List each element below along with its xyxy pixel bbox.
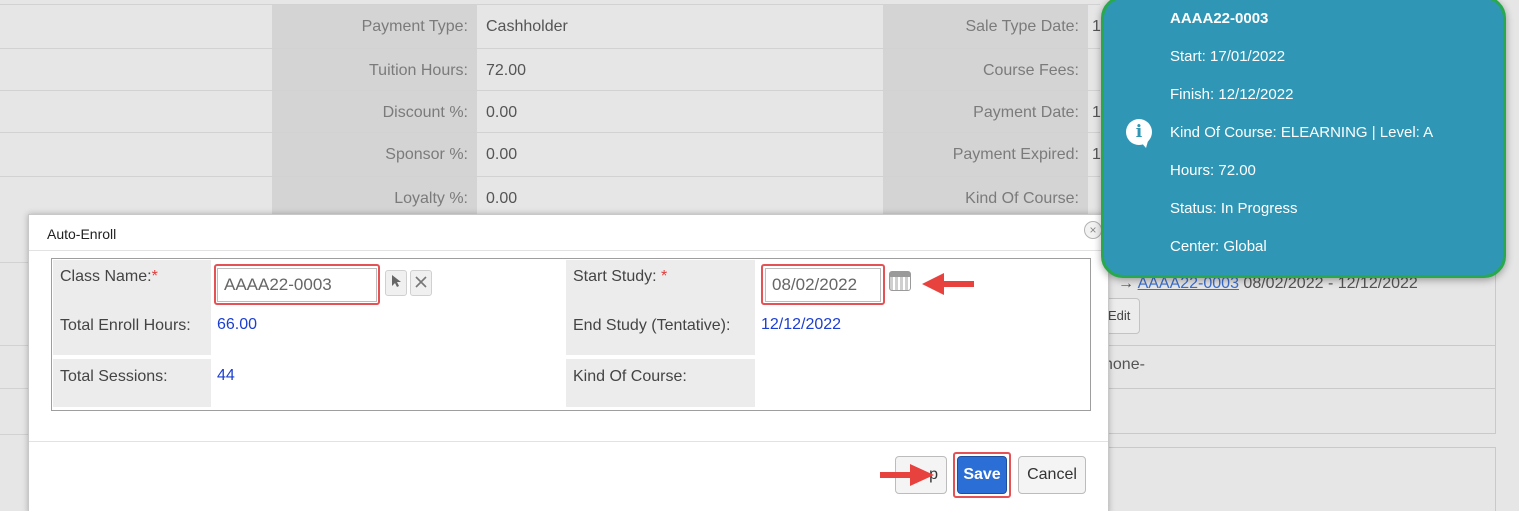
tooltip-kind: Kind Of Course: ELEARNING | Level: A xyxy=(1170,124,1434,141)
highlight-box xyxy=(953,452,1011,498)
field-label: Payment Expired: xyxy=(883,133,1088,176)
start-study-label: Start Study: * xyxy=(566,260,755,309)
field-value: 72.00 xyxy=(477,49,883,92)
total-enroll-hours-value: 66.00 xyxy=(217,316,258,333)
total-sessions-label: Total Sessions: xyxy=(53,359,211,407)
bottom-panel xyxy=(1100,447,1496,511)
tooltip-finish: Finish: 12/12/2022 xyxy=(1170,86,1294,103)
field-label: Course Fees: xyxy=(883,49,1088,92)
end-study-value: 12/12/2022 xyxy=(761,316,842,333)
none-text: none- xyxy=(1104,356,1145,373)
dialog-footer xyxy=(29,441,1108,442)
divider xyxy=(1100,388,1496,389)
close-icon[interactable]: × xyxy=(1084,221,1102,239)
form-row-discount: Discount %: 0.00 Payment Date: 1 xyxy=(0,90,1108,134)
divider xyxy=(0,262,28,263)
tooltip-center: Center: Global xyxy=(1170,238,1267,255)
red-arrow-icon xyxy=(922,273,974,295)
divider xyxy=(0,434,28,435)
highlight-box xyxy=(214,264,380,305)
class-info-tooltip: i AAAA22-0003 Start: 17/01/2022 Finish: … xyxy=(1101,0,1506,278)
field-label: Sale Type Date: xyxy=(883,5,1088,48)
class-name-label: Class Name:* xyxy=(53,260,211,309)
form-row-payment-type: Payment Type: Cashholder Sale Type Date:… xyxy=(0,4,1108,48)
tooltip-status: Status: In Progress xyxy=(1170,200,1298,217)
clear-icon[interactable] xyxy=(410,270,432,296)
field-label: Payment Type: xyxy=(272,5,477,48)
field-label: Tuition Hours: xyxy=(272,49,477,92)
required-mark: * xyxy=(151,268,158,285)
total-sessions-value: 44 xyxy=(217,367,235,384)
highlight-box xyxy=(761,264,885,305)
field-value: 0.00 xyxy=(477,133,883,176)
form-row-tuition-hours: Tuition Hours: 72.00 Course Fees: xyxy=(0,48,1108,92)
form-row-sponsor: Sponsor %: 0.00 Payment Expired: 1 xyxy=(0,132,1108,176)
dialog-header: Auto-Enroll xyxy=(29,215,1108,251)
tooltip-hours: Hours: 72.00 xyxy=(1170,162,1256,179)
auto-enroll-dialog: Auto-Enroll × Class Name:* AAAA22-0003 S… xyxy=(28,214,1109,511)
divider xyxy=(1100,345,1496,346)
field-label: Sponsor %: xyxy=(272,133,477,176)
red-arrow-icon xyxy=(880,464,934,486)
field-label: Discount %: xyxy=(272,91,477,134)
tooltip-start: Start: 17/01/2022 xyxy=(1170,48,1286,65)
end-study-label: End Study (Tentative): xyxy=(566,309,755,355)
field-value: 0.00 xyxy=(477,91,883,134)
required-mark: * xyxy=(661,268,668,285)
cancel-button[interactable]: Cancel xyxy=(1018,456,1086,494)
divider xyxy=(0,388,28,389)
tooltip-title: AAAA22-0003 xyxy=(1170,10,1269,27)
dialog-title: Auto-Enroll xyxy=(47,226,117,242)
field-label: Payment Date: xyxy=(883,91,1088,134)
calendar-icon[interactable] xyxy=(889,271,911,291)
field-value: Cashholder xyxy=(477,5,883,48)
kind-of-course-label: Kind Of Course: xyxy=(566,359,755,407)
info-icon: i xyxy=(1126,119,1152,148)
total-enroll-hours-label: Total Enroll Hours: xyxy=(53,309,211,355)
divider xyxy=(0,345,28,346)
select-pointer-icon[interactable] xyxy=(385,270,407,296)
